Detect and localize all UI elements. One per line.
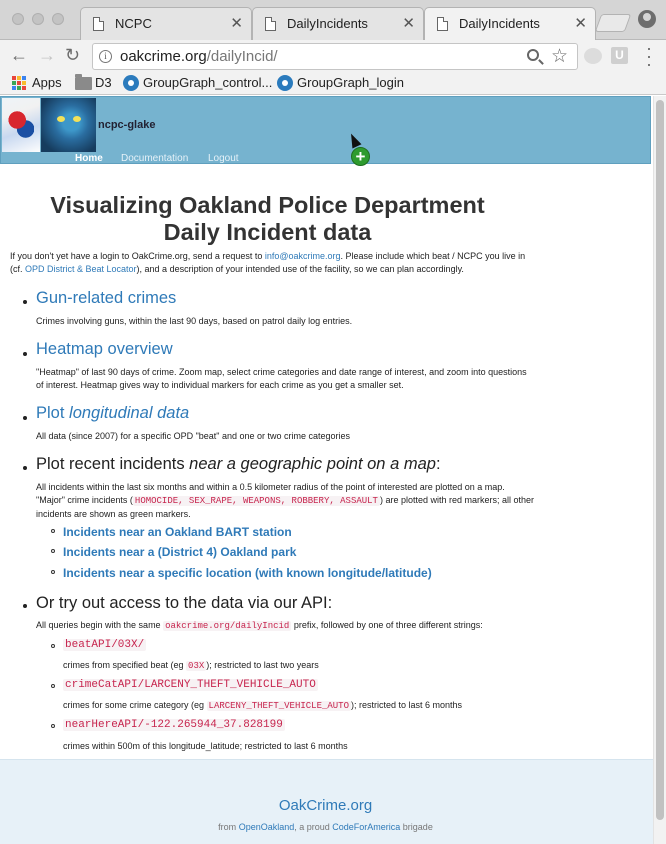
apps-icon[interactable] <box>12 76 26 90</box>
crimecat-api-endpoint: crimeCatAPI/LARCENY_THEFT_VEHICLE_AUTO <box>63 679 318 691</box>
crime-types-code: HOMOCIDE, SEX_RAPE, WEAPONS, ROBBERY, AS… <box>132 496 380 506</box>
close-tab-icon[interactable]: ✕ <box>402 14 415 32</box>
nav-documentation[interactable]: Documentation <box>121 153 188 164</box>
forward-arrow-icon[interactable]: → <box>38 45 56 66</box>
tab-label: DailyIncidents <box>287 16 368 31</box>
section-heading: Plot recent incidents near a geographic … <box>36 455 441 473</box>
endpoint-description: crimes within 500m of this longitude_lat… <box>63 741 348 751</box>
tab-label: NCPC <box>115 16 152 31</box>
bullet-icon <box>23 300 27 304</box>
bullet-icon <box>23 466 27 470</box>
beat-locator-link[interactable]: OPD District & Beat Locator <box>25 264 137 274</box>
address-bar[interactable]: i oakcrime.org/dailyIncid/ ☆ <box>92 43 578 70</box>
bookmark-star-icon[interactable]: ☆ <box>551 45 568 68</box>
groupgraph-icon <box>123 75 139 91</box>
extension-u-icon[interactable]: U <box>611 47 628 64</box>
page-icon <box>93 17 104 31</box>
tab-dailyincidents-active[interactable]: DailyIncidents ✕ <box>424 7 596 41</box>
endpoint-description: crimes from specified beat (eg 03X); res… <box>63 660 319 671</box>
beat-api-endpoint: beatAPI/03X/ <box>63 639 147 651</box>
browser-toolbar: ← → ↻ i oakcrime.org/dailyIncid/ ☆ U · · · <box>0 39 666 73</box>
bookmark-apps[interactable]: Apps <box>32 75 62 90</box>
tab-strip: NCPC ✕ DailyIncidents ✕ DailyIncidents ✕ <box>0 0 666 41</box>
extension-icon[interactable] <box>584 48 602 64</box>
sub-bullet-icon <box>51 644 55 648</box>
menu-icon[interactable]: · · · <box>646 39 652 73</box>
add-icon[interactable]: + <box>351 147 370 166</box>
page-title: Visualizing Oakland Police Department Da… <box>50 192 485 245</box>
avatar <box>41 98 96 152</box>
url-text[interactable]: oakcrime.org/dailyIncid/ <box>120 48 278 65</box>
logo-image <box>2 98 40 152</box>
profile-icon[interactable] <box>638 10 656 28</box>
minimize-window-icon[interactable] <box>32 13 44 25</box>
bullet-icon <box>23 604 27 608</box>
groupgraph-icon <box>277 75 293 91</box>
sub-bullet-icon <box>51 684 55 688</box>
username: ncpc-glake <box>98 119 156 131</box>
footer-brand[interactable]: OakCrime.org <box>0 797 651 814</box>
sub-bullet-icon <box>51 529 55 533</box>
bullet-icon <box>23 352 27 356</box>
bookmark-groupgraph-login[interactable]: GroupGraph_login <box>297 75 404 90</box>
close-tab-icon[interactable]: ✕ <box>574 14 587 32</box>
nearhere-api-endpoint: nearHereAPI/-122.265944_37.828199 <box>63 719 285 731</box>
intro-text: If you don't yet have a login to OakCrim… <box>10 251 526 274</box>
bullet-icon <box>23 416 27 420</box>
tab-ncpc[interactable]: NCPC ✕ <box>80 7 252 40</box>
folder-icon <box>75 74 92 90</box>
tab-label: DailyIncidents <box>459 16 540 31</box>
close-window-icon[interactable] <box>12 13 24 25</box>
nav-home[interactable]: Home <box>75 153 103 164</box>
scrollbar-thumb[interactable] <box>656 100 664 820</box>
email-link[interactable]: info@oakcrime.org <box>265 251 341 261</box>
section-description: "Heatmap" of last 90 days of crime. Zoom… <box>36 367 527 390</box>
close-tab-icon[interactable]: ✕ <box>230 14 243 32</box>
section-description: All queries begin with the same oakcrime… <box>36 620 483 631</box>
info-icon[interactable]: i <box>99 50 112 63</box>
mouse-cursor-icon <box>346 131 362 149</box>
prefix-code: oakcrime.org/dailyIncid <box>163 621 292 631</box>
bookmark-d3[interactable]: D3 <box>95 75 112 90</box>
nav-logout[interactable]: Logout <box>208 153 239 164</box>
section-description: All incidents within the last six months… <box>36 482 535 519</box>
section-description: Crimes involving guns, within the last 9… <box>36 316 353 326</box>
openoakland-link[interactable]: OpenOakland <box>239 822 295 832</box>
oakland-park-link[interactable]: Incidents near a (District 4) Oakland pa… <box>63 545 296 559</box>
back-arrow-icon[interactable]: ← <box>10 45 28 66</box>
scrollbar[interactable] <box>653 96 666 844</box>
endpoint-description: crimes for some crime category (eg LARCE… <box>63 700 463 711</box>
gun-crimes-link[interactable]: Gun-related crimes <box>36 289 176 308</box>
page-icon <box>437 17 448 31</box>
page-icon <box>265 17 276 31</box>
reload-icon[interactable]: ↻ <box>65 45 80 66</box>
section-description: All data (since 2007) for a specific OPD… <box>36 431 351 441</box>
sub-bullet-icon <box>51 549 55 553</box>
heatmap-link[interactable]: Heatmap overview <box>36 340 173 359</box>
new-tab-button[interactable] <box>594 14 632 32</box>
sub-bullet-icon <box>51 570 55 574</box>
zoom-window-icon[interactable] <box>52 13 64 25</box>
bookmarks-bar: Apps D3 GroupGraph_control... GroupGraph… <box>0 72 666 95</box>
codeforamerica-link[interactable]: CodeForAmerica <box>332 822 400 832</box>
site-header: ncpc-glake Home Documentation Logout + <box>0 96 651 166</box>
bookmark-groupgraph-control[interactable]: GroupGraph_control... <box>143 75 272 90</box>
longitudinal-link[interactable]: Plot longitudinal data <box>36 404 189 423</box>
footer-credit: from OpenOakland, a proud CodeForAmerica… <box>218 822 433 832</box>
bart-station-link[interactable]: Incidents near an Oakland BART station <box>63 525 292 539</box>
tab-dailyincidents[interactable]: DailyIncidents ✕ <box>252 7 424 40</box>
sub-bullet-icon <box>51 724 55 728</box>
section-heading: Or try out access to the data via our AP… <box>36 594 333 612</box>
page-content: ncpc-glake Home Documentation Logout + V… <box>0 96 653 844</box>
search-icon[interactable] <box>527 49 539 61</box>
specific-location-link[interactable]: Incidents near a specific location (with… <box>63 566 432 580</box>
site-footer: OakCrime.org from OpenOakland, a proud C… <box>0 759 653 844</box>
